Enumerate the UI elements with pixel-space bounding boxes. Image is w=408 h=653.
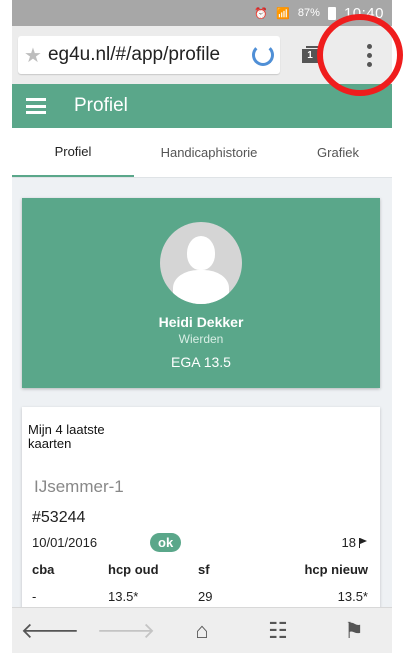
holes-value: 18	[341, 535, 356, 550]
card-summary-row: 10/01/2016 ok 18	[28, 533, 372, 552]
phone-screen: ⏰ 📶 87% 10:40 ★ eg4u.nl/#/app/profile 1 …	[12, 0, 392, 653]
tab-profiel[interactable]: Profiel	[12, 128, 134, 177]
bookmarks-icon[interactable]: ⚑	[339, 616, 369, 646]
forward-arrow-icon[interactable]: 🡒	[97, 616, 156, 646]
cards-heading: Mijn 4 laatste kaarten	[28, 422, 105, 451]
tab-count: 1	[302, 49, 318, 63]
tab-handicaphistorie[interactable]: Handicaphistorie	[134, 128, 284, 177]
star-icon[interactable]: ★	[24, 43, 42, 68]
back-arrow-icon[interactable]: 🡐	[21, 616, 80, 646]
tabs-list-icon[interactable]: ☷	[263, 616, 293, 646]
hamburger-menu-icon[interactable]	[26, 98, 46, 114]
address-bar[interactable]: ★ eg4u.nl/#/app/profile	[18, 36, 280, 74]
highlight-circle	[317, 14, 403, 96]
flag-icon	[359, 537, 368, 548]
url-text[interactable]: eg4u.nl/#/app/profile	[48, 44, 248, 66]
table-header: cba	[32, 562, 55, 577]
table-header: sf	[198, 562, 210, 577]
alarm-icon: ⏰	[254, 7, 268, 20]
recent-cards-panel: Mijn 4 laatste kaarten IJsemmer-1 #53244…	[22, 407, 380, 617]
avatar-head-icon	[187, 236, 215, 270]
reload-icon[interactable]	[252, 44, 274, 66]
browser-bottom-nav: 🡐 🡒 ⌂ ☷ ⚑	[12, 607, 392, 653]
battery-percentage: 87%	[297, 7, 320, 19]
holes-count: 18	[342, 535, 372, 550]
wifi-icon: 📶	[276, 7, 290, 20]
tab-bar: Profiel Handicaphistorie Grafiek	[12, 128, 392, 178]
table-cell: -	[32, 589, 37, 604]
profile-name: Heidi Dekker	[158, 314, 244, 330]
battery-icon	[327, 6, 336, 20]
card-table: cba hcp oud sf hcp nieuw - 13.5* 29 13.5…	[28, 562, 372, 604]
card-date: 10/01/2016	[32, 535, 98, 550]
avatar-body-icon	[173, 270, 229, 304]
profile-card: Heidi Dekker Wierden EGA 13.5	[22, 198, 380, 388]
page-title: Profiel	[74, 95, 128, 116]
status-badge: ok	[150, 533, 182, 552]
table-header: hcp oud	[108, 562, 159, 577]
table-header: hcp nieuw	[304, 562, 368, 577]
profile-city: Wierden	[178, 332, 224, 346]
card-number: #53244	[32, 509, 86, 526]
app-bar: Profiel	[12, 84, 392, 128]
profile-ega: EGA 13.5	[171, 354, 231, 370]
avatar	[160, 222, 242, 304]
table-cell: 29	[198, 589, 213, 604]
table-cell: 13.5*	[108, 589, 139, 604]
tab-grafiek[interactable]: Grafiek	[284, 128, 392, 177]
home-icon[interactable]: ⌂	[187, 616, 217, 646]
course-name[interactable]: IJsemmer-1	[28, 477, 372, 497]
table-cell: 13.5*	[337, 589, 368, 604]
